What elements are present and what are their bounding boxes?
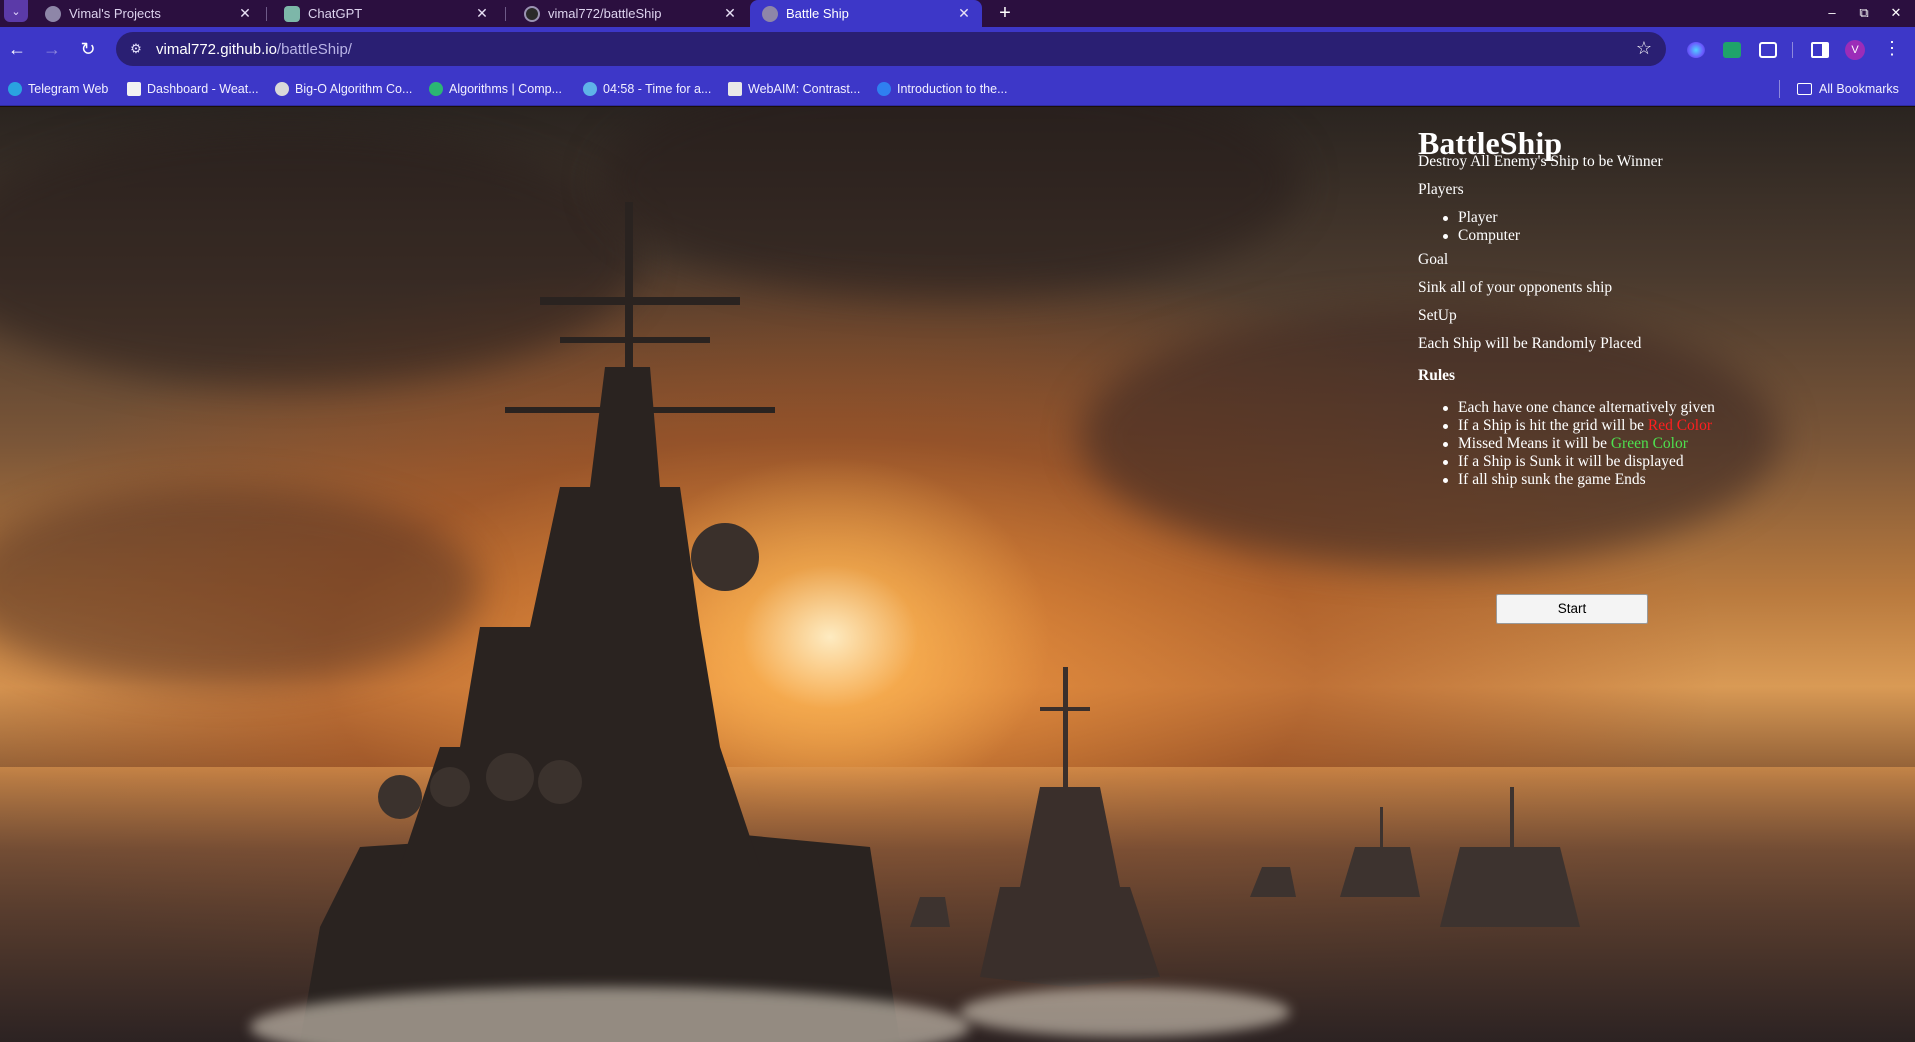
rules-list: Each have one chance alternatively given… bbox=[1443, 399, 1715, 489]
minimize-button[interactable]: – bbox=[1816, 0, 1848, 27]
bookmark-time[interactable]: 04:58 - Time for a... bbox=[583, 80, 711, 98]
side-panel-icon[interactable] bbox=[1811, 42, 1829, 58]
bookmark-label: Dashboard - Weat... bbox=[147, 82, 259, 96]
setup-text: Each Ship will be Randomly Placed bbox=[1418, 335, 1642, 352]
github-icon bbox=[524, 5, 540, 22]
list-item: Each have one chance alternatively given bbox=[1443, 399, 1715, 416]
reload-button[interactable]: ↻ bbox=[75, 36, 101, 62]
tab-battle-ship[interactable]: Battle Ship ✕ bbox=[750, 0, 982, 27]
globe-icon bbox=[45, 5, 61, 22]
tab-chatgpt[interactable]: ChatGPT ✕ bbox=[272, 0, 500, 27]
bookmarks-bar: Telegram Web Dashboard - Weat... Big-O A… bbox=[0, 72, 1915, 106]
chatgpt-icon bbox=[284, 5, 300, 22]
extension-icon[interactable] bbox=[1687, 42, 1705, 58]
battleship-illustration bbox=[300, 202, 1580, 1042]
setup-heading: SetUp bbox=[1418, 307, 1457, 324]
address-bar[interactable]: ⚙ vimal772.github.io /battleShip/ ☆ bbox=[116, 32, 1666, 66]
tab-label: vimal772/battleShip bbox=[548, 6, 662, 21]
tab-strip: ⌄ Vimal's Projects ✕ ChatGPT ✕ vimal772/… bbox=[0, 0, 1915, 27]
bookmark-webaim[interactable]: WebAIM: Contrast... bbox=[728, 80, 860, 98]
tab-divider bbox=[505, 7, 506, 21]
rule-text: Missed Means it will be bbox=[1458, 435, 1611, 452]
all-bookmarks-button[interactable]: All Bookmarks bbox=[1797, 80, 1899, 98]
bookmark-introduction[interactable]: Introduction to the... bbox=[877, 80, 1008, 98]
start-button[interactable]: Start bbox=[1496, 594, 1648, 624]
restore-button[interactable]: ⧉ bbox=[1848, 0, 1880, 27]
shield-icon bbox=[429, 82, 443, 96]
close-icon[interactable]: ✕ bbox=[954, 5, 974, 22]
goal-text: Sink all of your opponents ship bbox=[1418, 279, 1613, 296]
puzzle-icon[interactable] bbox=[1759, 42, 1777, 58]
tab-label: Vimal's Projects bbox=[69, 6, 161, 21]
menu-icon[interactable]: ⋮ bbox=[1883, 38, 1901, 59]
list-item: If a Ship is Sunk it will be displayed bbox=[1443, 453, 1715, 471]
tab-label: ChatGPT bbox=[308, 6, 363, 21]
miss-color-text: Green Color bbox=[1610, 435, 1688, 452]
bookmark-label: 04:58 - Time for a... bbox=[603, 82, 712, 96]
chevron-down-icon: ⌄ bbox=[11, 5, 21, 18]
bookmark-label: WebAIM: Contrast... bbox=[748, 82, 861, 96]
telegram-icon bbox=[8, 82, 22, 96]
tab-search-button[interactable]: ⌄ bbox=[4, 0, 28, 22]
check-icon bbox=[583, 82, 597, 96]
arrow-left-icon: ← bbox=[8, 39, 26, 59]
tagline: Destroy All Enemy's Ship to be Winner bbox=[1418, 153, 1663, 170]
bookmark-big-o[interactable]: Big-O Algorithm Co... bbox=[275, 80, 412, 98]
site-settings-icon[interactable]: ⚙ bbox=[128, 41, 144, 57]
back-button[interactable]: ← bbox=[4, 36, 30, 62]
close-icon[interactable]: ✕ bbox=[720, 5, 740, 22]
close-icon[interactable]: ✕ bbox=[235, 5, 255, 22]
foam bbox=[960, 987, 1290, 1037]
reload-icon: ↻ bbox=[80, 39, 96, 59]
gear-icon bbox=[728, 82, 742, 96]
radar-dome bbox=[691, 523, 759, 591]
globe-icon bbox=[275, 82, 289, 96]
bookmark-star-icon[interactable]: ☆ bbox=[1636, 38, 1652, 59]
bookmark-telegram[interactable]: Telegram Web bbox=[8, 80, 108, 98]
bookmark-label: All Bookmarks bbox=[1819, 82, 1899, 96]
avatar[interactable]: V bbox=[1845, 40, 1865, 60]
c-icon bbox=[877, 82, 891, 96]
list-item: If all ship sunk the game Ends bbox=[1443, 471, 1715, 489]
bookmark-label: Telegram Web bbox=[28, 82, 109, 96]
bookmark-dashboard[interactable]: Dashboard - Weat... bbox=[127, 80, 259, 98]
globe-icon bbox=[762, 5, 778, 22]
bookmark-label: Algorithms | Comp... bbox=[449, 82, 563, 96]
url-host: vimal772.github.io bbox=[156, 40, 277, 58]
rules-heading: Rules bbox=[1418, 367, 1456, 384]
players-heading: Players bbox=[1418, 181, 1464, 198]
tab-divider bbox=[266, 7, 267, 21]
list-item: If a Ship is hit the grid will be Red Co… bbox=[1443, 417, 1715, 435]
new-tab-button[interactable]: + bbox=[992, 0, 1018, 27]
bookmark-label: Big-O Algorithm Co... bbox=[295, 82, 413, 96]
bookmark-label: Introduction to the... bbox=[897, 82, 1008, 96]
window-close-button[interactable]: ✕ bbox=[1880, 0, 1912, 27]
list-item: Computer bbox=[1443, 227, 1520, 244]
close-icon[interactable]: ✕ bbox=[472, 5, 492, 22]
page-background: BattleShip Destroy All Enemy's Ship to b… bbox=[0, 107, 1915, 1042]
goal-heading: Goal bbox=[1418, 251, 1449, 268]
bookmark-algorithms[interactable]: Algorithms | Comp... bbox=[429, 80, 562, 98]
browser-toolbar: ← → ↻ ⚙ vimal772.github.io /battleShip/ … bbox=[0, 27, 1915, 72]
tab-github-battleship[interactable]: vimal772/battleShip ✕ bbox=[512, 0, 748, 27]
players-list: Player Computer bbox=[1443, 209, 1520, 245]
rule-text: If a Ship is hit the grid will be bbox=[1458, 417, 1648, 434]
forward-button[interactable]: → bbox=[39, 36, 65, 62]
tab-vimals-projects[interactable]: Vimal's Projects ✕ bbox=[33, 0, 263, 27]
list-item: Missed Means it will be Green Color bbox=[1443, 435, 1715, 453]
toolbar-divider bbox=[1792, 42, 1793, 58]
hit-color-text: Red Color bbox=[1647, 417, 1713, 434]
url-path: /battleShip/ bbox=[276, 40, 352, 58]
folder-icon bbox=[1797, 83, 1812, 95]
bookmarks-divider bbox=[1779, 80, 1780, 98]
extension-mail-icon[interactable] bbox=[1723, 42, 1741, 58]
list-item: Player bbox=[1443, 209, 1520, 227]
tab-label: Battle Ship bbox=[786, 6, 849, 21]
document-icon bbox=[127, 82, 141, 96]
arrow-right-icon: → bbox=[43, 39, 61, 59]
